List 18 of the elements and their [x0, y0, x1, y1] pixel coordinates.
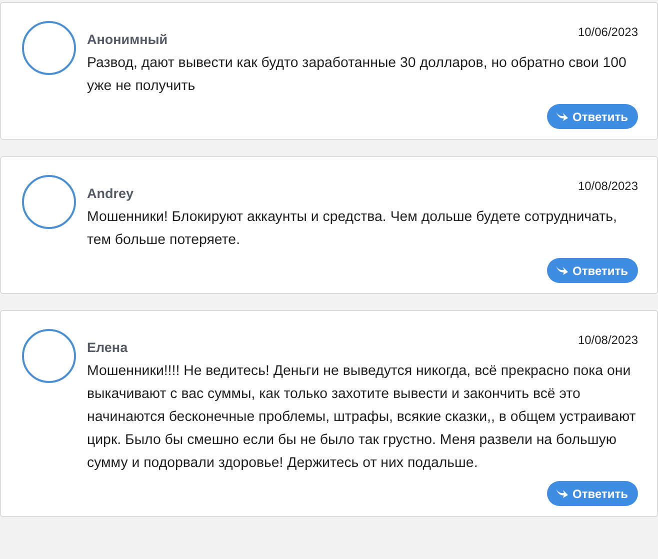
author-name: Елена — [87, 340, 128, 355]
author-name: Анонимный — [87, 32, 168, 47]
reply-icon — [554, 488, 569, 499]
avatar-icon — [22, 175, 76, 229]
avatar-icon — [22, 21, 76, 75]
reply-button[interactable]: Ответить — [546, 104, 638, 129]
review-date: 10/08/2023 — [578, 333, 638, 347]
review-text: Мошенники! Блокируют аккаунты и средства. Чем дольше будете сотрудничать, тем больше потеряете. — [87, 208, 618, 250]
review-date: 10/08/2023 — [578, 179, 638, 193]
reply-button[interactable]: Ответить — [546, 258, 638, 283]
author-name: Andrey — [87, 186, 134, 201]
reply-icon — [554, 265, 569, 276]
reply-button[interactable]: Ответить — [546, 481, 638, 506]
review-text: Развод, дают вывести как будто заработанные 30 долларов, но обратно свои 100 уже не получить — [87, 54, 628, 96]
review-date: 10/06/2023 — [578, 25, 638, 39]
review-text: Мошенники!!!! Не ведитесь! Деньги не выведутся никогда, всё прекрасно пока они выкачивают с вас суммы, как только захотите вывести и закончить всё это начинаются бесконечные проблемы, штрафы, всякие сказки,, в общем устраивают цирк. Было бы смешно если бы не было так грустно. Меня развели на большую сумму и подорвали здоровье! Держитесь от них подальше. — [87, 362, 637, 473]
avatar-icon — [22, 329, 76, 383]
reply-icon — [554, 111, 569, 122]
